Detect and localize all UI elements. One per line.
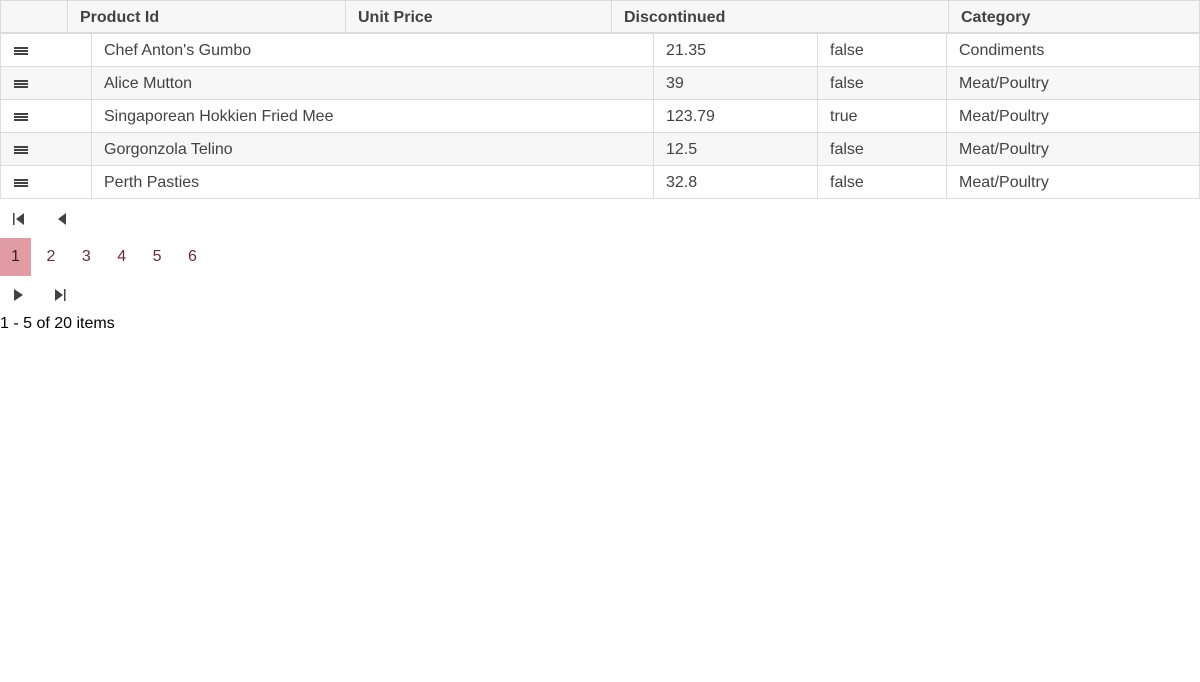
grid-header: Product Id Unit Price Discontinued Categ… (0, 0, 1200, 34)
cell-product-name[interactable]: Perth Pasties (92, 166, 654, 198)
cell-product-name[interactable]: Gorgonzola Telino (92, 133, 654, 165)
cell-unit-price[interactable]: 39 (654, 67, 818, 99)
pager-info: 1 - 5 of 20 items (0, 315, 115, 332)
grid-body: Chef Anton's Gumbo 21.35 false Condiments Al… (0, 34, 1200, 199)
table-row[interactable]: Chef Anton's Gumbo 21.35 false Condiments (0, 34, 1200, 67)
drag-cell (1, 67, 92, 99)
cell-product-name[interactable]: Singaporean Hokkien Fried Mee (92, 100, 654, 132)
cell-discontinued[interactable]: false (818, 133, 947, 165)
last-page-icon[interactable] (46, 280, 76, 310)
table-row[interactable]: Perth Pasties 32.8 false Meat/Poultry (0, 166, 1200, 199)
cell-category[interactable]: Meat/Poultry (947, 67, 1199, 99)
next-page-icon[interactable] (4, 280, 34, 310)
cell-unit-price[interactable]: 32.8 (654, 166, 818, 198)
cell-discontinued[interactable]: true (818, 100, 947, 132)
page-2-button[interactable]: 2 (35, 238, 66, 276)
cell-discontinued[interactable]: false (818, 166, 947, 198)
column-header-discontinued[interactable]: Discontinued (612, 1, 949, 33)
page-3-button[interactable]: 3 (71, 238, 102, 276)
cell-discontinued[interactable]: false (818, 34, 947, 66)
drag-cell (1, 100, 92, 132)
drag-handle-icon[interactable] (14, 80, 28, 88)
drag-cell (1, 133, 92, 165)
cell-category[interactable]: Condiments (947, 34, 1199, 66)
column-header-unit-price[interactable]: Unit Price (346, 1, 612, 33)
drag-handle-icon[interactable] (14, 113, 28, 121)
cell-unit-price[interactable]: 12.5 (654, 133, 818, 165)
page-5-button[interactable]: 5 (142, 238, 173, 276)
table-row[interactable]: Singaporean Hokkien Fried Mee 123.79 true M… (0, 100, 1200, 133)
drag-column-header (1, 1, 68, 33)
drag-cell (1, 166, 92, 198)
cell-product-name[interactable]: Chef Anton's Gumbo (92, 34, 654, 66)
table-row[interactable]: Alice Mutton 39 false Meat/Poultry (0, 67, 1200, 100)
table-row[interactable]: Gorgonzola Telino 12.5 false Meat/Poultry (0, 133, 1200, 166)
cell-category[interactable]: Meat/Poultry (947, 166, 1199, 198)
cell-category[interactable]: Meat/Poultry (947, 100, 1199, 132)
first-page-icon[interactable] (4, 204, 34, 234)
drag-cell (1, 34, 92, 66)
cell-category[interactable]: Meat/Poultry (947, 133, 1199, 165)
column-header-product-id[interactable]: Product Id (68, 1, 346, 33)
drag-handle-icon[interactable] (14, 146, 28, 154)
cell-product-name[interactable]: Alice Mutton (92, 67, 654, 99)
drag-handle-icon[interactable] (14, 179, 28, 187)
data-grid: Product Id Unit Price Discontinued Categ… (0, 0, 1200, 199)
cell-unit-price[interactable]: 21.35 (654, 34, 818, 66)
previous-page-icon[interactable] (46, 204, 76, 234)
page-4-button[interactable]: 4 (106, 238, 137, 276)
cell-unit-price[interactable]: 123.79 (654, 100, 818, 132)
column-header-category[interactable]: Category (949, 1, 1199, 33)
cell-discontinued[interactable]: false (818, 67, 947, 99)
page-1-button[interactable]: 1 (0, 238, 31, 276)
page-6-button[interactable]: 6 (177, 238, 208, 276)
drag-handle-icon[interactable] (14, 47, 28, 55)
